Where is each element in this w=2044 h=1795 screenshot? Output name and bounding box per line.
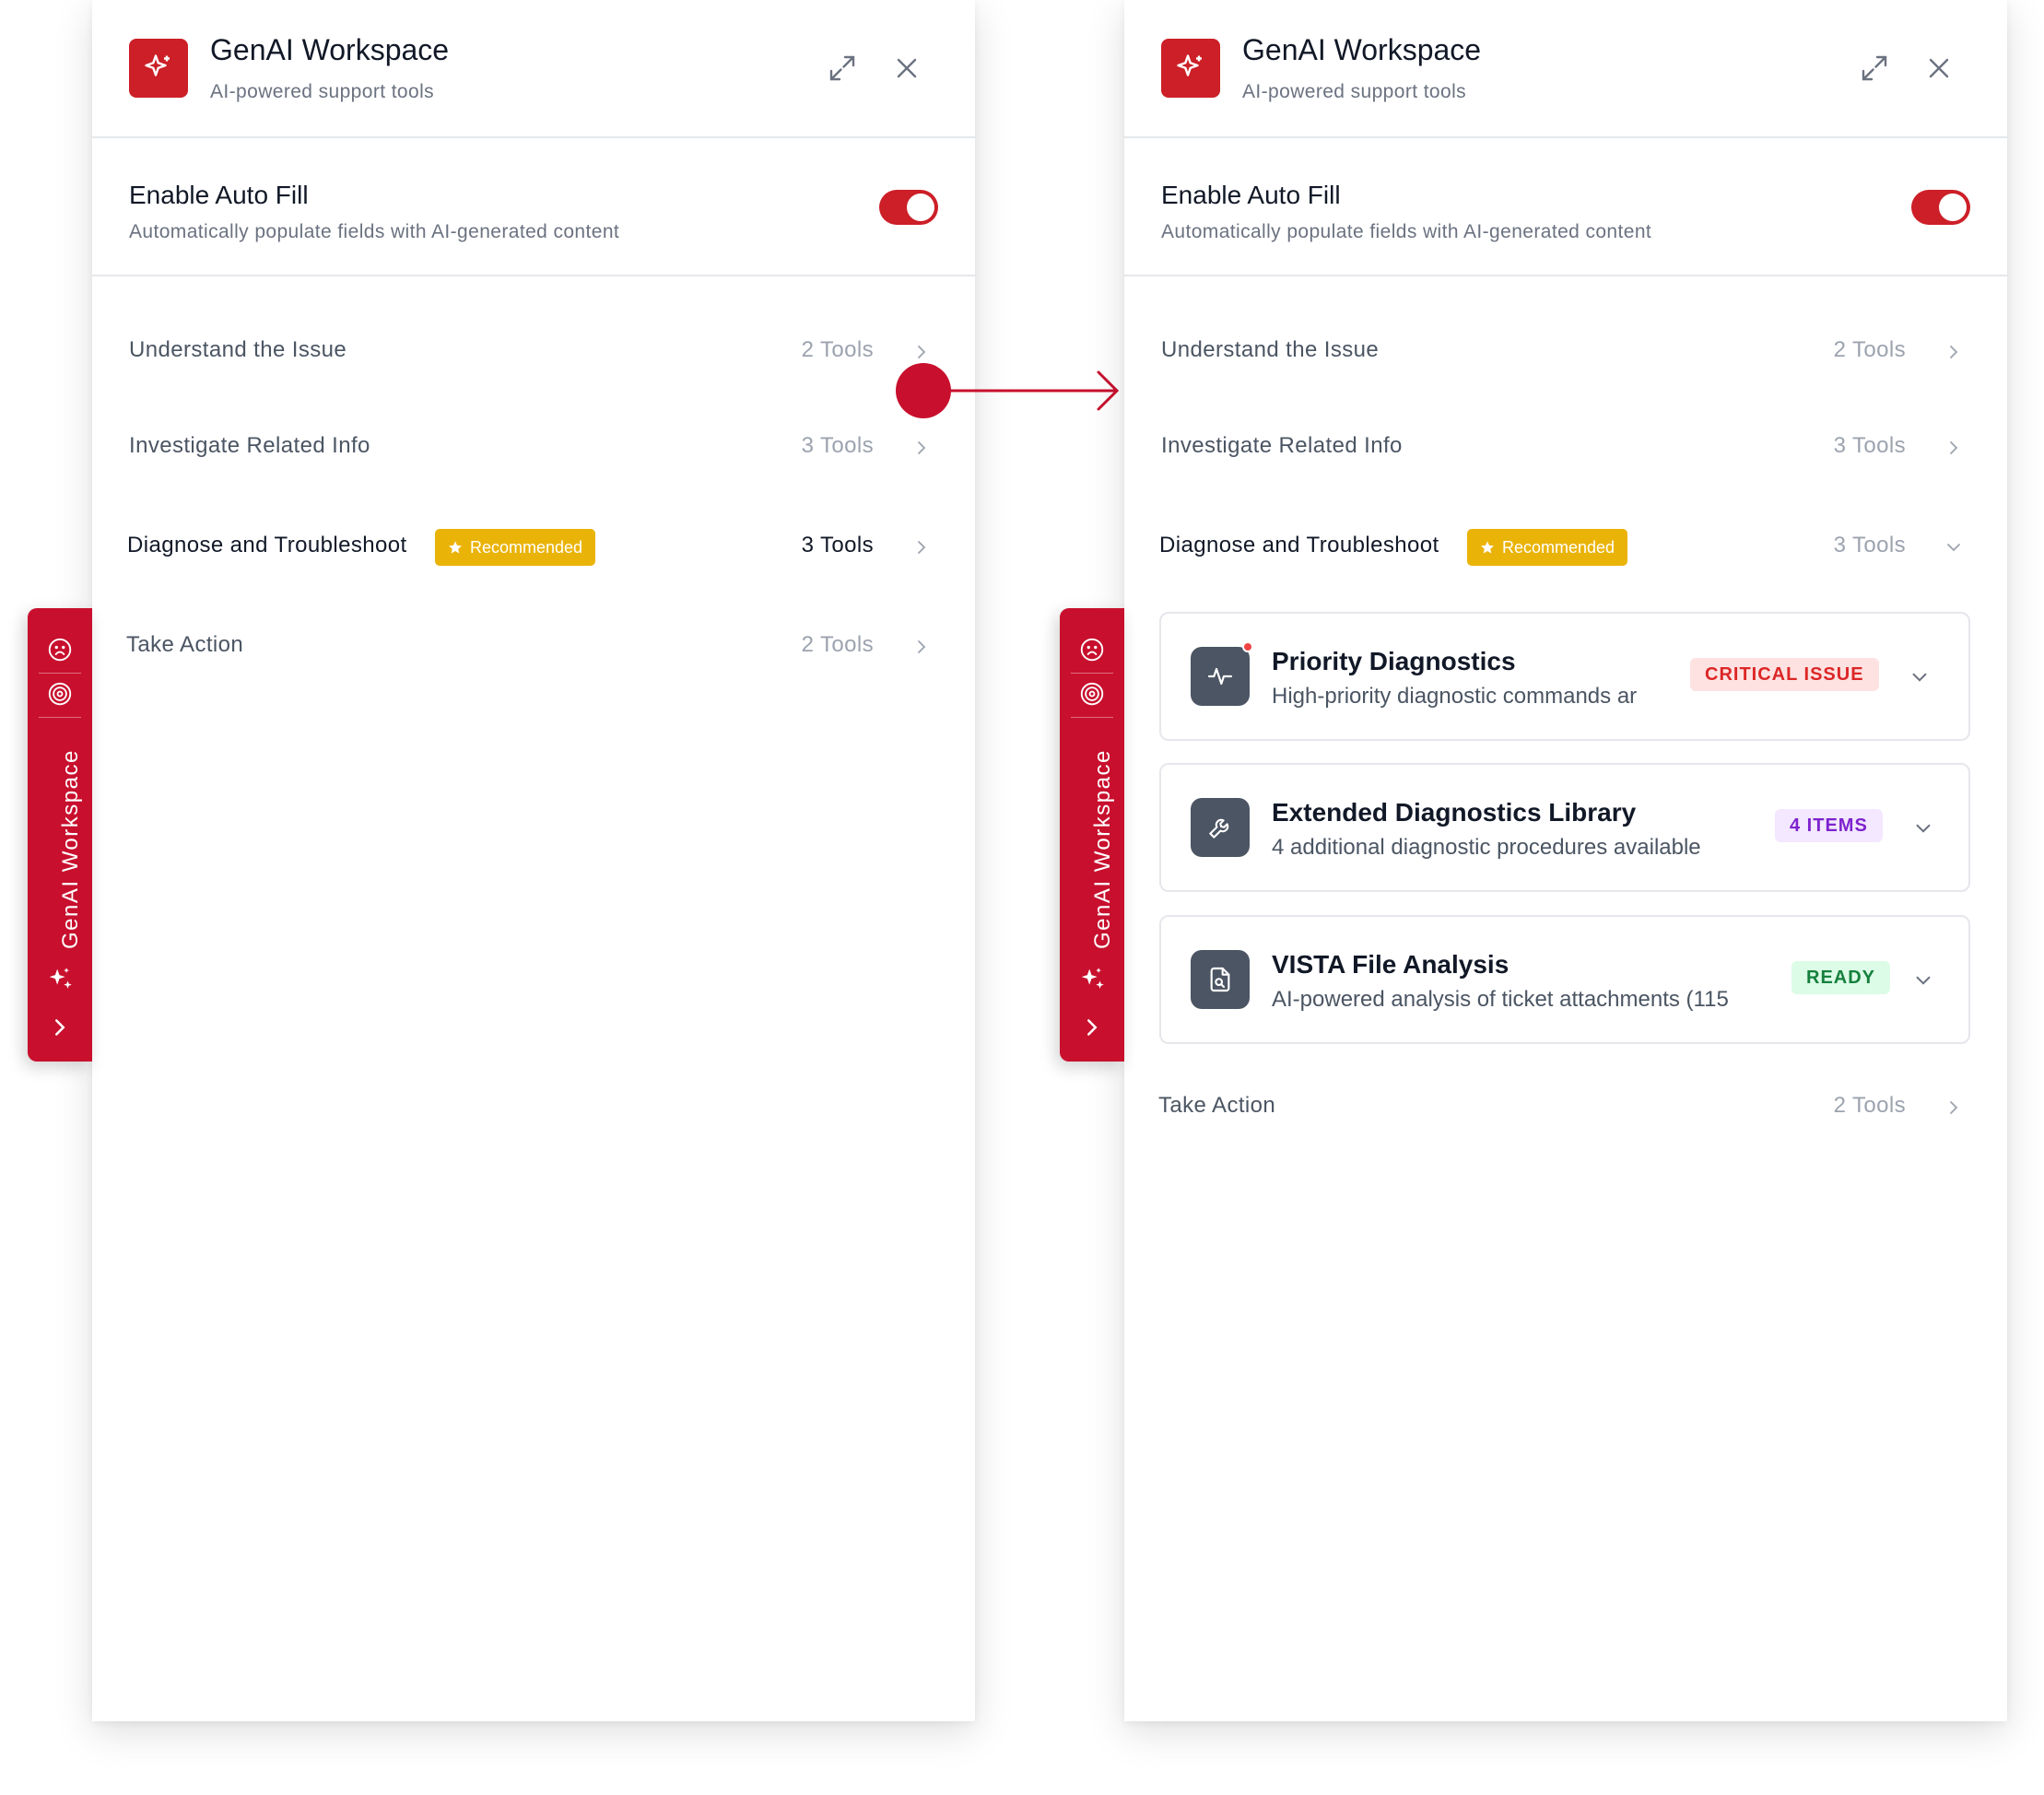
critical-issue-badge: CRITICAL ISSUE (1690, 658, 1879, 691)
chevron-down-icon[interactable] (1908, 665, 1932, 689)
section-label: Investigate Related Info (1161, 433, 1403, 458)
tool-description: 4 additional diagnostic procedures avail… (1272, 835, 1701, 860)
sparkles-icon (1081, 968, 1104, 989)
section-count: 2 Tools (801, 632, 874, 657)
side-tab-label: GenAI Workspace (1090, 749, 1115, 949)
ready-badge: READY (1791, 961, 1891, 994)
app-title: GenAI Workspace (210, 33, 450, 66)
section-count: 3 Tools (1833, 433, 1906, 458)
section-investigate-info[interactable]: Investigate Related Info 3 Tools (92, 420, 975, 475)
recommended-badge: Recommended (1467, 529, 1628, 566)
section-understand-issue[interactable]: Understand the Issue 2 Tools (92, 324, 975, 380)
panel-header: GenAI Workspace AI-powered support tools (1124, 0, 2007, 138)
sparkle-app-icon (1161, 39, 1220, 98)
section-count: 2 Tools (801, 337, 874, 362)
app-subtitle: AI-powered support tools (210, 81, 435, 102)
wrench-icon (1191, 798, 1250, 857)
autofill-toggle[interactable] (879, 190, 938, 225)
tool-title: Priority Diagnostics (1272, 647, 1516, 675)
tool-card-extended-diagnostics[interactable]: Extended Diagnostics Library 4 additiona… (1159, 763, 1970, 892)
sparkles-icon (49, 968, 72, 989)
app-subtitle: AI-powered support tools (1242, 81, 1467, 102)
chevron-right-icon (1950, 346, 1958, 358)
section-take-action[interactable]: Take Action 2 Tools (92, 619, 975, 675)
side-tab-label-wrap: GenAI Workspace (1060, 608, 1124, 949)
close-icon[interactable] (1922, 52, 1956, 85)
chevron-right-icon (918, 441, 926, 454)
genai-side-tab[interactable]: GenAI Workspace (1060, 608, 1124, 1062)
expand-icon[interactable] (1858, 52, 1891, 85)
tool-card-priority-diagnostics[interactable]: Priority Diagnostics High-priority diagn… (1159, 612, 1970, 741)
autofill-description: Automatically populate fields with AI-ge… (129, 221, 620, 242)
section-diagnose-troubleshoot[interactable]: Diagnose and Troubleshoot Recommended 3 … (1124, 520, 2007, 575)
items-count-badge: 4 ITEMS (1775, 809, 1883, 842)
section-label: Understand the Issue (129, 337, 347, 362)
section-label: Diagnose and Troubleshoot (127, 533, 407, 557)
close-icon[interactable] (890, 52, 923, 85)
recommended-label: Recommended (470, 537, 583, 557)
star-icon (1481, 541, 1494, 554)
side-tab-label: GenAI Workspace (58, 749, 83, 949)
section-investigate-info[interactable]: Investigate Related Info 3 Tools (1124, 420, 2007, 475)
panel-header: GenAI Workspace AI-powered support tools (92, 0, 975, 138)
section-count: 2 Tools (1833, 1093, 1906, 1118)
workspace-panel-expanded: GenAI Workspace AI-powered support tools… (1124, 0, 2007, 1721)
tool-title: VISTA File Analysis (1272, 950, 1510, 979)
autofill-toggle[interactable] (1911, 190, 1970, 225)
section-label: Take Action (126, 632, 244, 657)
section-count: 2 Tools (1833, 337, 1906, 362)
section-label: Take Action (1158, 1093, 1276, 1118)
chevron-down-icon[interactable] (1911, 968, 1935, 992)
star-icon (449, 541, 462, 554)
chevron-right-icon[interactable] (1078, 1014, 1106, 1041)
toggle-knob (907, 194, 934, 221)
section-understand-issue[interactable]: Understand the Issue 2 Tools (1124, 324, 2007, 380)
autofill-section: Enable Auto Fill Automatically populate … (92, 138, 975, 276)
app-title: GenAI Workspace (1242, 33, 1482, 66)
sparkle-app-icon (129, 39, 188, 98)
section-label: Investigate Related Info (129, 433, 370, 458)
section-label: Diagnose and Troubleshoot (1159, 533, 1439, 557)
side-tab-label-wrap: GenAI Workspace (28, 608, 92, 949)
section-count: 3 Tools (801, 433, 874, 458)
autofill-description: Automatically populate fields with AI-ge… (1161, 221, 1652, 242)
tool-card-vista-file-analysis[interactable]: VISTA File Analysis AI-powered analysis … (1159, 915, 1970, 1044)
chevron-right-icon (918, 640, 926, 653)
alert-dot (1242, 641, 1253, 652)
recommended-label: Recommended (1502, 537, 1615, 557)
activity-icon (1191, 647, 1250, 706)
chevron-right-icon[interactable] (46, 1014, 74, 1041)
chevron-right-icon (1950, 1101, 1958, 1114)
section-count: 3 Tools (801, 533, 874, 557)
chevron-right-icon (918, 346, 926, 358)
transition-arrow-icon (949, 370, 1120, 411)
autofill-title: Enable Auto Fill (1161, 181, 1341, 209)
chevron-right-icon (918, 541, 926, 554)
click-indicator (896, 363, 951, 418)
autofill-title: Enable Auto Fill (129, 181, 309, 209)
chevron-right-icon (1950, 441, 1958, 454)
section-count: 3 Tools (1833, 533, 1906, 557)
tool-description: High-priority diagnostic commands ar (1272, 684, 1638, 709)
file-search-icon (1191, 950, 1250, 1009)
chevron-down-icon (1947, 544, 1960, 552)
autofill-section: Enable Auto Fill Automatically populate … (1124, 138, 2007, 276)
tool-description: AI-powered analysis of ticket attachment… (1272, 987, 1729, 1012)
section-diagnose-troubleshoot[interactable]: Diagnose and Troubleshoot Recommended 3 … (92, 520, 975, 575)
genai-side-tab[interactable]: GenAI Workspace (28, 608, 92, 1062)
section-take-action[interactable]: Take Action 2 Tools (1124, 1080, 2007, 1135)
toggle-knob (1939, 194, 1967, 221)
expand-icon[interactable] (826, 52, 859, 85)
chevron-down-icon[interactable] (1911, 816, 1935, 840)
tool-title: Extended Diagnostics Library (1272, 798, 1637, 827)
recommended-badge: Recommended (435, 529, 596, 566)
section-label: Understand the Issue (1161, 337, 1380, 362)
workspace-panel-collapsed: GenAI Workspace AI-powered support tools… (92, 0, 975, 1721)
